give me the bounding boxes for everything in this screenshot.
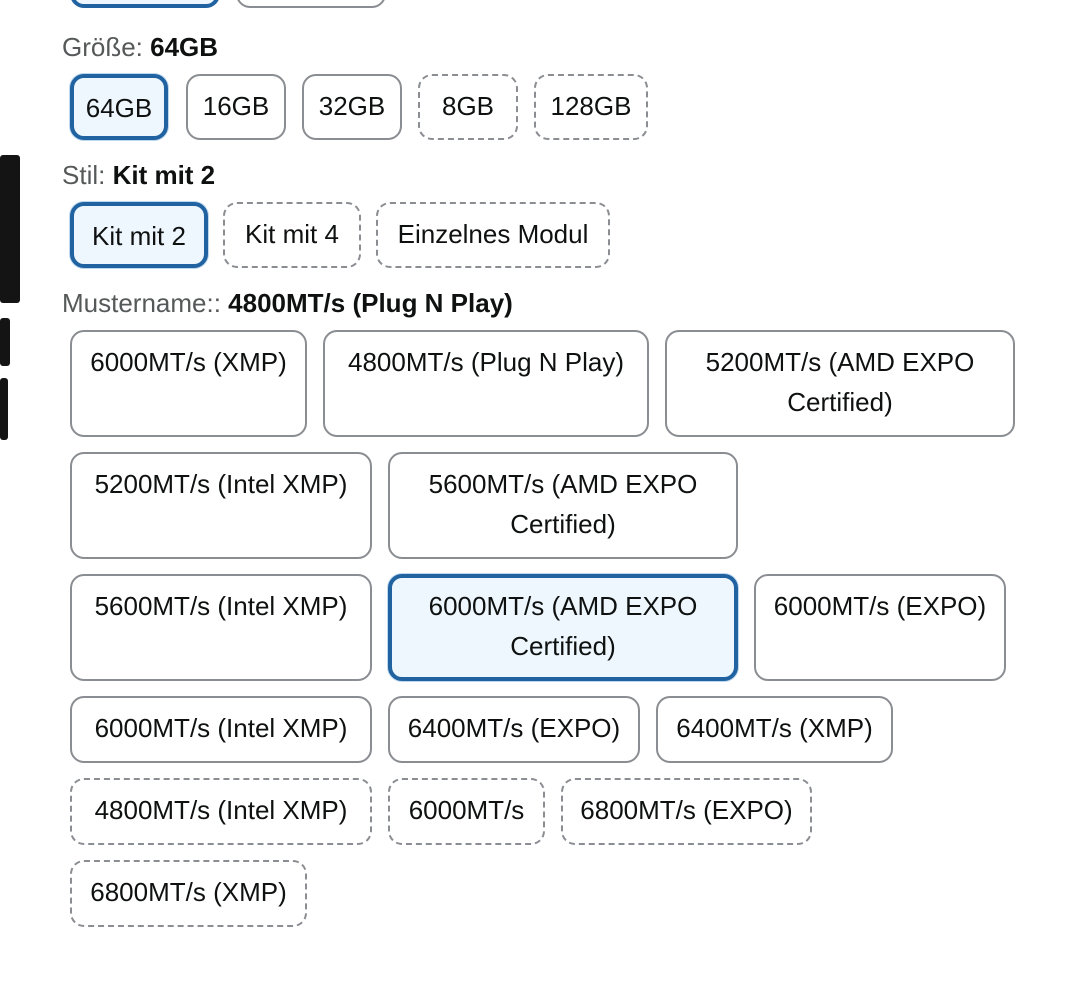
pattern-label: Mustername:: [62, 288, 229, 318]
pattern-option[interactable]: 5200MT/s (AMD EXPO Certified) [665, 330, 1015, 437]
size-label: Größe: [62, 32, 151, 62]
pattern-option[interactable]: 5200MT/s (Intel XMP) [70, 452, 372, 559]
size-option-32gb[interactable]: 32GB [302, 74, 402, 140]
size-selected-value: 64GB [150, 32, 219, 62]
pattern-option-selected[interactable]: 6000MT/s (AMD EXPO Certified) [388, 574, 738, 681]
product-thumbnail[interactable] [0, 318, 10, 366]
pattern-option[interactable]: 6000MT/s (EXPO) [754, 574, 1006, 681]
pattern-option[interactable]: 6000MT/s (XMP) [70, 330, 307, 437]
product-thumbnail[interactable] [0, 378, 8, 440]
size-option-8gb[interactable]: 8GB [418, 74, 518, 140]
previous-option[interactable] [236, 0, 386, 8]
pattern-option-unavailable[interactable]: 6800MT/s (EXPO) [561, 778, 812, 845]
pattern-option[interactable]: 6000MT/s (Intel XMP) [70, 696, 372, 763]
pattern-heading: Mustername:: 4800MT/s (Plug N Play) [62, 288, 513, 319]
style-option-kit-2[interactable]: Kit mit 2 [70, 202, 208, 268]
style-option-kit-4[interactable]: Kit mit 4 [223, 202, 361, 268]
style-heading: Stil: Kit mit 2 [62, 160, 215, 191]
pattern-option-unavailable[interactable]: 6800MT/s (XMP) [70, 860, 307, 927]
style-label: Stil: [62, 160, 113, 190]
size-option-128gb[interactable]: 128GB [534, 74, 648, 140]
pattern-option[interactable]: 5600MT/s (AMD EXPO Certified) [388, 452, 738, 559]
pattern-option[interactable]: 5600MT/s (Intel XMP) [70, 574, 372, 681]
pattern-option-unavailable[interactable]: 6000MT/s [388, 778, 545, 845]
product-thumbnail[interactable] [0, 155, 20, 303]
pattern-option-unavailable[interactable]: 4800MT/s (Intel XMP) [70, 778, 372, 845]
previous-option-selected[interactable] [70, 0, 220, 8]
size-option-16gb[interactable]: 16GB [186, 74, 286, 140]
style-selected-value: Kit mit 2 [112, 160, 216, 190]
pattern-selected-value: 4800MT/s (Plug N Play) [228, 288, 513, 318]
style-option-single-module[interactable]: Einzelnes Modul [376, 202, 610, 268]
size-heading: Größe: 64GB [62, 32, 218, 63]
size-option-64gb[interactable]: 64GB [70, 74, 168, 140]
pattern-option[interactable]: 6400MT/s (EXPO) [388, 696, 640, 763]
pattern-option[interactable]: 4800MT/s (Plug N Play) [323, 330, 649, 437]
pattern-option[interactable]: 6400MT/s (XMP) [656, 696, 893, 763]
